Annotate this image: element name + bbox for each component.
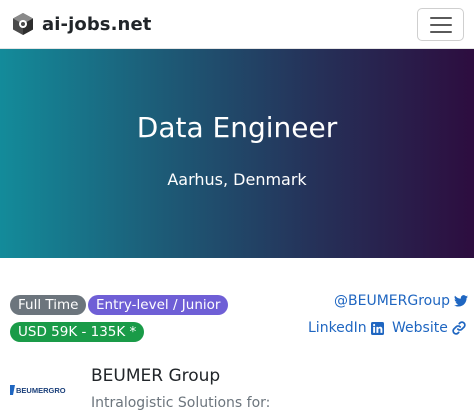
linkedin-label: LinkedIn: [308, 320, 367, 336]
company-name: BEUMER Group: [91, 366, 221, 386]
website-label: Website: [392, 320, 448, 336]
hamburger-icon: [429, 16, 452, 33]
link-icon: [452, 321, 466, 335]
website-link[interactable]: Website: [392, 320, 466, 336]
brand-name: ai-jobs.net: [42, 13, 152, 35]
menu-toggle-button[interactable]: [417, 8, 464, 41]
brand-link[interactable]: ai-jobs.net: [10, 10, 152, 38]
job-title: Data Engineer: [136, 111, 338, 144]
twitter-link[interactable]: @BEUMERGroup: [334, 293, 468, 309]
company-description: Intralogistic Solutions for:: [91, 395, 271, 411]
twitter-handle: @BEUMERGroup: [334, 293, 450, 309]
linkedin-icon: [370, 321, 384, 335]
hero-banner: Data Engineer Aarhus, Denmark: [0, 49, 474, 258]
company-logo: BEUMERGROUP: [10, 385, 66, 395]
experience-level-badge: Entry-level / Junior: [88, 295, 229, 315]
job-location: Aarhus, Denmark: [167, 170, 307, 189]
twitter-icon: [453, 295, 468, 307]
linkedin-link[interactable]: LinkedIn: [308, 320, 384, 336]
salary-badge: USD 59K - 135K *: [10, 322, 145, 342]
gear-cube-icon: [13, 13, 33, 35]
navbar: ai-jobs.net: [0, 0, 474, 49]
svg-text:BEUMERGROUP: BEUMERGROUP: [16, 386, 66, 395]
employment-type-badge: Full Time: [10, 295, 87, 315]
